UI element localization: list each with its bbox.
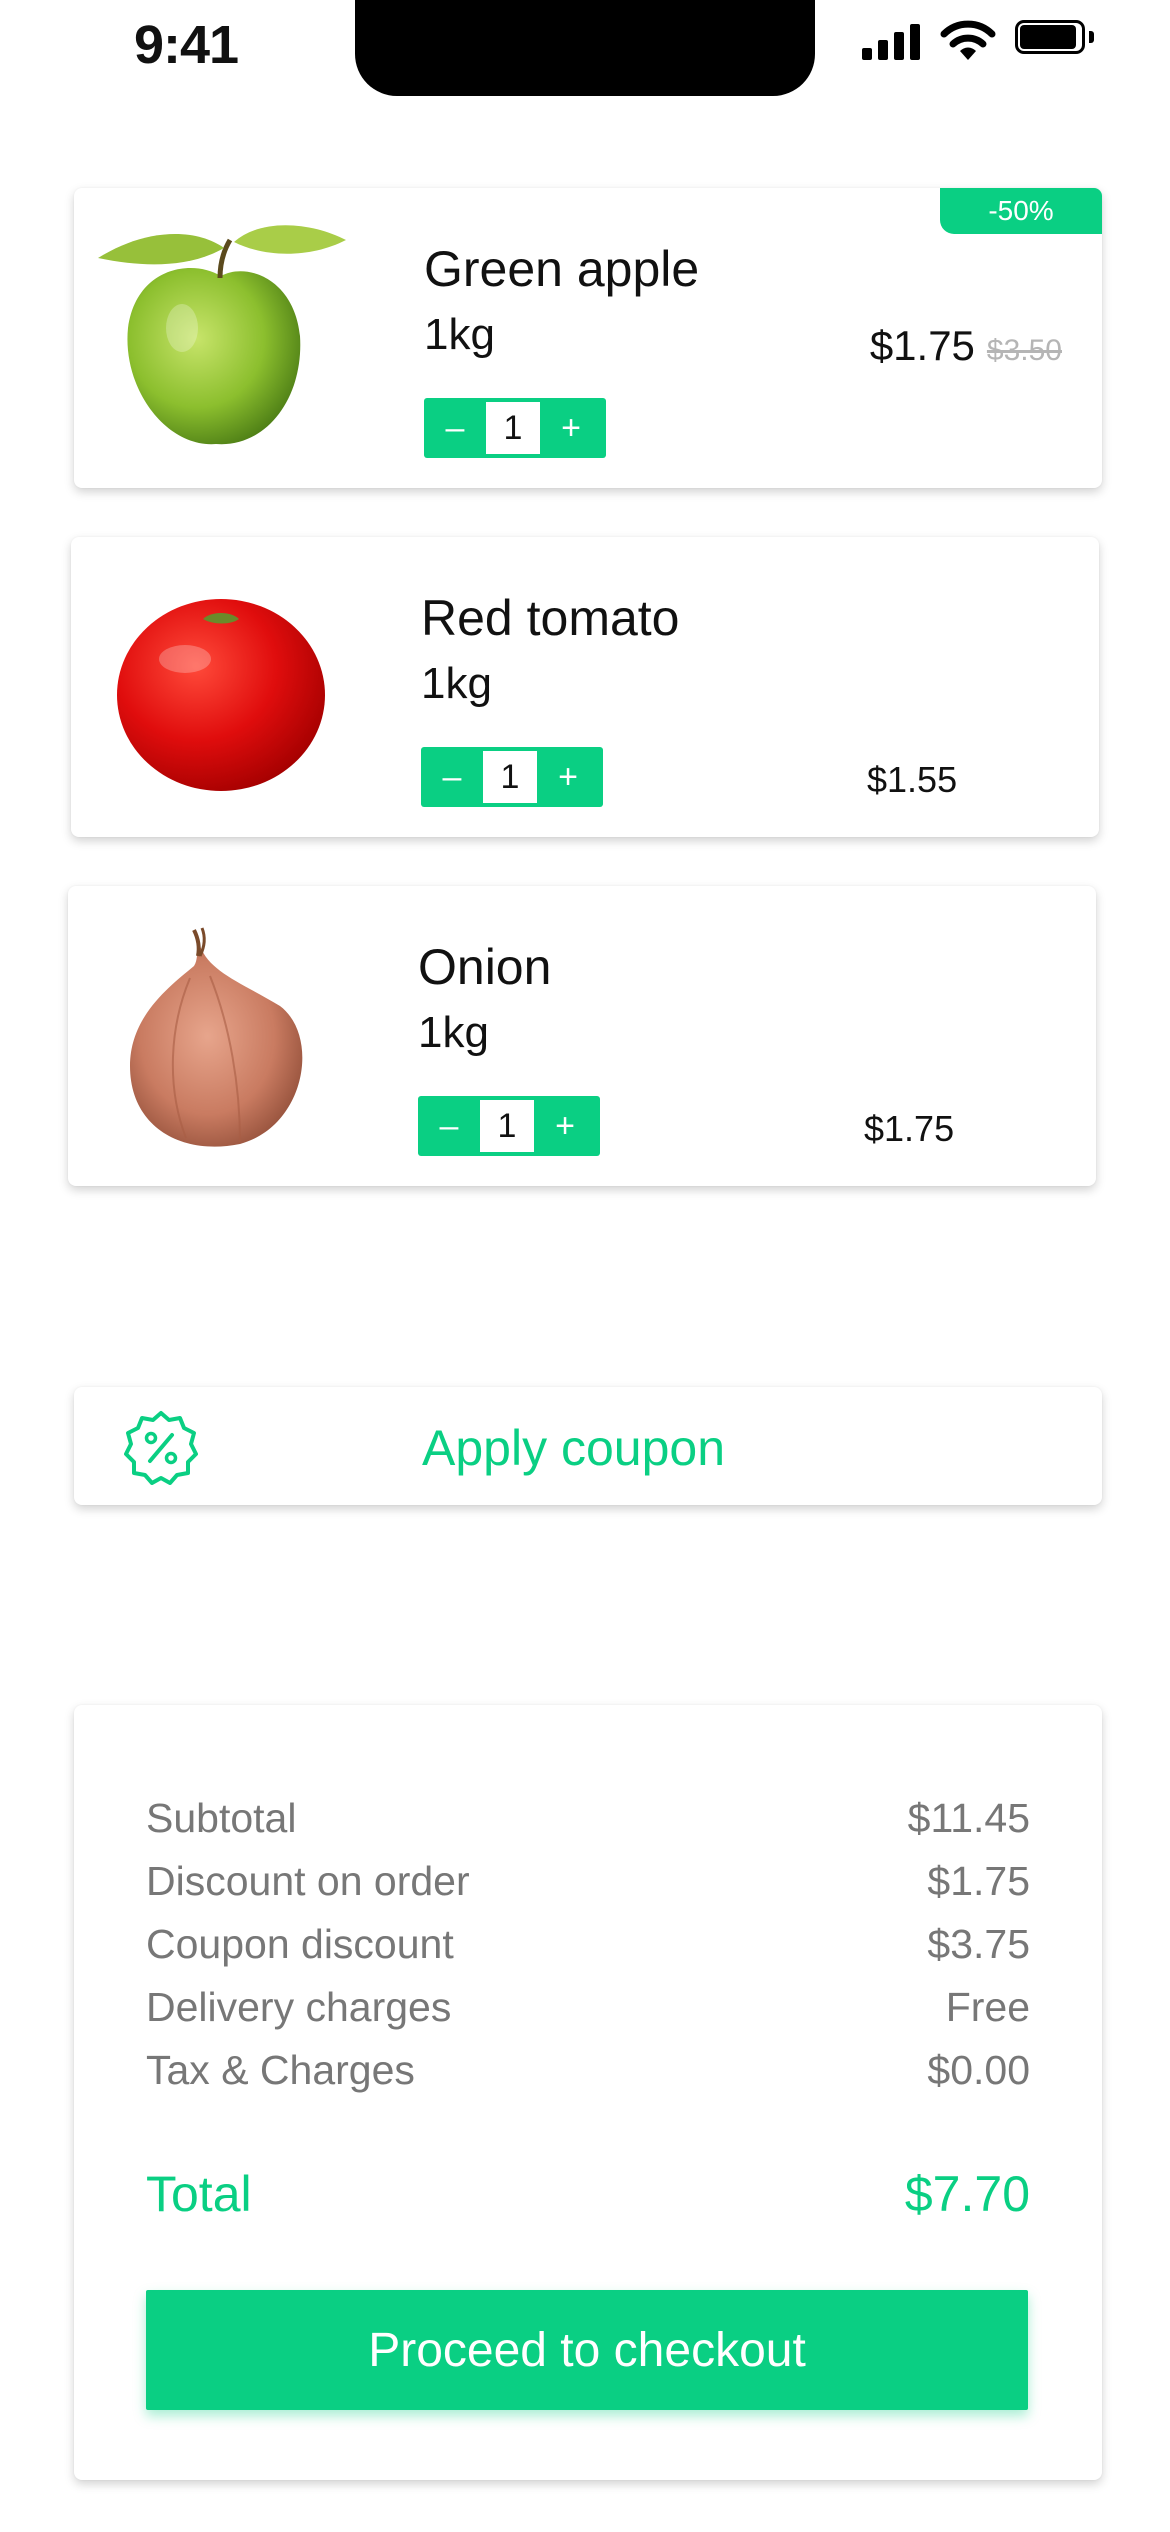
original-price: $3.50 <box>986 334 1062 367</box>
summary-label: Discount on order <box>146 1858 470 1904</box>
total-label: Total <box>146 2166 252 2222</box>
discount-badge: -50% <box>940 188 1102 234</box>
quantity-value: 1 <box>480 1100 534 1152</box>
item-price: $1.55 <box>867 759 958 800</box>
summary-value: $1.75 <box>927 1858 1030 1904</box>
increase-quantity-button[interactable]: + <box>534 1096 596 1156</box>
apply-coupon-label: Apply coupon <box>422 1420 726 1476</box>
summary-value: $3.75 <box>927 1921 1030 1967</box>
cart-item-onion: Onion 1kg – 1 + $1.75 <box>68 886 1096 1186</box>
item-price: $1.75 <box>864 1108 955 1149</box>
apply-coupon-button[interactable]: Apply coupon <box>74 1387 1102 1505</box>
decrease-quantity-button[interactable]: – <box>424 398 486 458</box>
increase-quantity-button[interactable]: + <box>537 747 599 807</box>
summary-value: $11.45 <box>907 1795 1030 1841</box>
summary-label: Delivery charges <box>146 1984 452 2030</box>
item-name: Onion <box>418 939 552 995</box>
quantity-stepper: – 1 + <box>418 1096 600 1156</box>
device-notch <box>355 0 815 96</box>
summary-value: Free <box>945 1984 1030 2030</box>
decrease-quantity-button[interactable]: – <box>418 1096 480 1156</box>
item-weight: 1kg <box>424 310 495 359</box>
total-value: $7.70 <box>904 2166 1030 2222</box>
item-price: $1.75 <box>869 322 975 369</box>
summary-row-delivery: Delivery charges Free <box>146 1984 1030 2031</box>
item-weight: 1kg <box>418 1008 489 1057</box>
onion-image <box>130 927 303 1147</box>
summary-label: Tax & Charges <box>146 2047 415 2093</box>
proceed-to-checkout-button[interactable]: Proceed to checkout <box>146 2290 1028 2410</box>
red-tomato-image <box>117 599 325 791</box>
quantity-stepper: – 1 + <box>421 747 603 807</box>
item-weight: 1kg <box>421 659 492 708</box>
summary-row-subtotal: Subtotal $11.45 <box>146 1795 1030 1842</box>
summary-row-discount: Discount on order $1.75 <box>146 1858 1030 1905</box>
status-bar: 9:41 <box>0 0 1170 100</box>
battery-icon <box>1015 20 1095 56</box>
quantity-value: 1 <box>483 751 537 803</box>
order-summary: Subtotal $11.45 Discount on order $1.75 … <box>74 1705 1102 2480</box>
cellular-signal-icon <box>862 22 920 60</box>
status-time: 9:41 <box>134 15 239 75</box>
wifi-icon <box>940 20 996 60</box>
item-name: Red tomato <box>421 590 680 646</box>
increase-quantity-button[interactable]: + <box>540 398 602 458</box>
summary-label: Subtotal <box>146 1795 297 1841</box>
green-apple-image <box>98 225 346 445</box>
total-row: Total $7.70 <box>146 2165 1030 2223</box>
cart-item-red-tomato: Red tomato 1kg – 1 + $1.55 <box>71 537 1099 837</box>
quantity-stepper: – 1 + <box>424 398 606 458</box>
summary-row-tax: Tax & Charges $0.00 <box>146 2047 1030 2094</box>
percent-badge-icon <box>124 1411 198 1485</box>
item-name: Green apple <box>424 241 700 297</box>
price-block: $1.75 $3.50 <box>870 322 1062 370</box>
summary-label: Coupon discount <box>146 1921 454 1967</box>
cart-item-green-apple: -50% Green apple 1kg – 1 + $1.75 $3.50 <box>74 188 1102 488</box>
quantity-value: 1 <box>486 402 540 454</box>
summary-value: $0.00 <box>927 2047 1030 2093</box>
decrease-quantity-button[interactable]: – <box>421 747 483 807</box>
summary-row-coupon-discount: Coupon discount $3.75 <box>146 1921 1030 1968</box>
